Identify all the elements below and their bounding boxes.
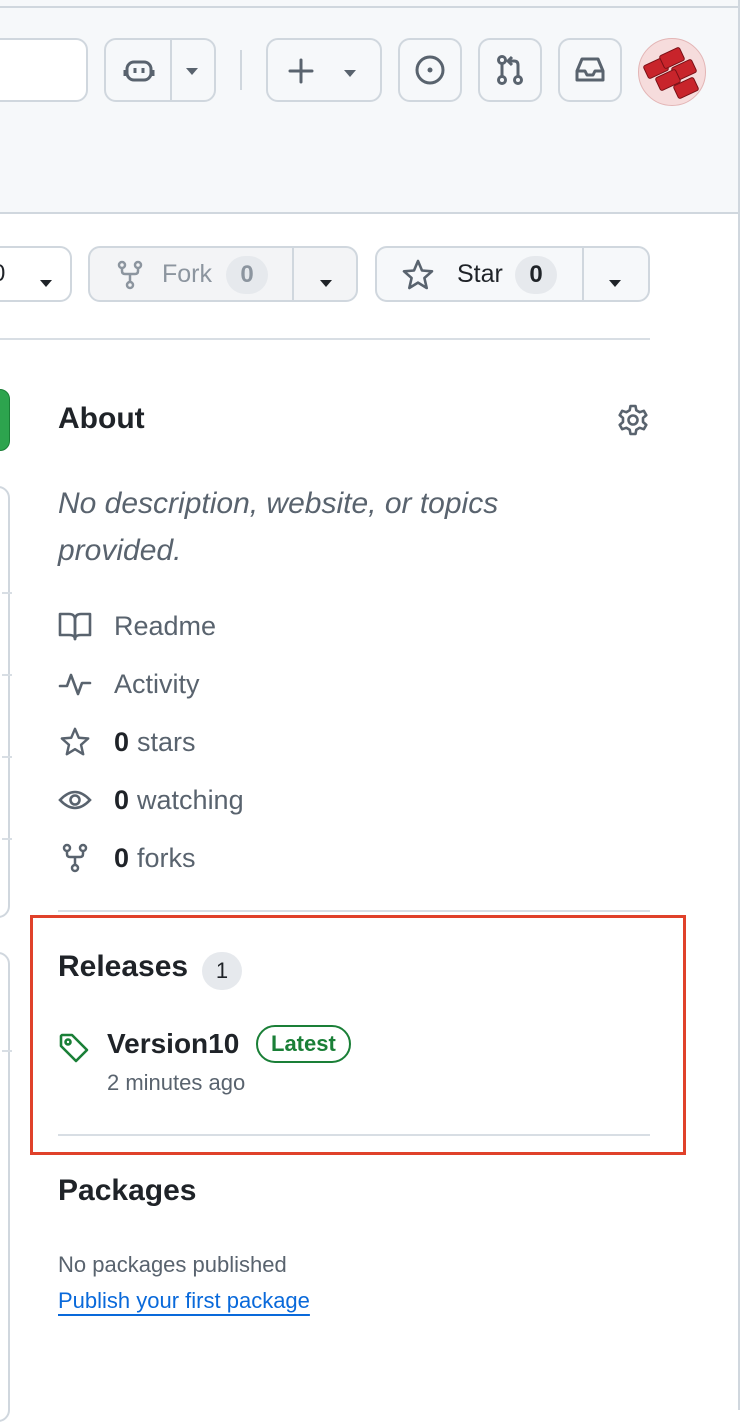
fork-dropdown-icon[interactable] [318,268,334,287]
about-divider [58,910,650,912]
star-icon [401,258,435,292]
forks-label: forks [137,842,196,873]
window-edge-right [738,0,740,1410]
copilot-button[interactable] [104,38,216,102]
forks-link[interactable]: 0 forks [58,838,196,878]
stars-label: stars [137,726,196,757]
repo-forked-icon [116,260,144,290]
fork-count: 0 [226,256,268,294]
activity-link[interactable]: Activity [58,664,200,704]
stars-count: 0 [114,726,130,757]
git-pull-request-icon [493,53,527,87]
pulse-icon [58,667,92,701]
watch-dropdown-icon[interactable] [38,268,54,287]
code-button[interactable] [0,389,10,451]
about-description: No description, website, or topics provi… [58,487,499,567]
inbox-button[interactable] [558,38,622,102]
readme-label: Readme [114,610,217,641]
repo-forked-icon [58,841,92,875]
readme-card [0,952,12,1422]
window-edge-top [0,6,740,8]
book-icon [58,609,92,643]
star-outline-icon [58,725,92,759]
watching-label: watching [137,784,244,815]
copilot-dropdown-icon[interactable] [184,64,200,78]
pull-requests-button[interactable] [478,38,542,102]
issues-button[interactable] [398,38,462,102]
watching-link[interactable]: 0 watching [58,780,244,820]
forks-count: 0 [114,842,130,873]
star-dropdown-icon[interactable] [607,268,623,287]
plus-icon [286,56,316,86]
global-header [0,0,738,214]
gear-icon[interactable] [616,403,650,437]
activity-label: Activity [114,668,200,699]
copilot-icon [122,54,156,88]
watch-button[interactable]: 0 [0,246,72,302]
user-avatar[interactable] [638,38,706,106]
inbox-icon [573,53,607,87]
no-packages-text: No packages published [58,1252,287,1277]
header-divider [0,338,650,340]
create-new-button[interactable] [266,38,382,102]
watching-count: 0 [114,784,130,815]
readme-link[interactable]: Readme [58,606,216,646]
releases-highlight-box [30,915,686,1155]
packages-title[interactable]: Packages [58,1174,196,1208]
stars-link[interactable]: 0 stars [58,722,196,762]
file-list-card [0,486,12,918]
header-separator [240,50,242,90]
fork-label: Fork [162,260,212,288]
about-title: About [58,402,145,435]
star-label: Star [457,260,503,288]
issue-opened-icon [413,53,447,87]
eye-icon [58,783,92,817]
star-button[interactable]: Star 0 [375,246,650,302]
search-input[interactable] [0,38,88,102]
triangle-down-icon [342,66,358,80]
star-count: 0 [515,256,557,294]
publish-package-link[interactable]: Publish your first package [58,1288,310,1314]
fork-button[interactable]: Fork 0 [88,246,358,302]
watch-count: 0 [0,260,5,288]
